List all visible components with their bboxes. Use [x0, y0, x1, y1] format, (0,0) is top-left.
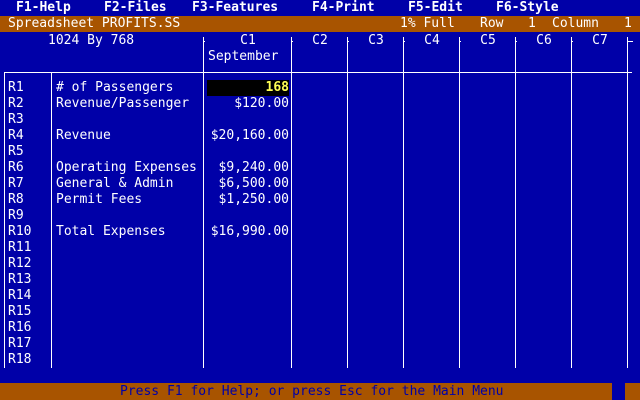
- row-header-r5[interactable]: R5: [8, 144, 24, 160]
- menu-features[interactable]: F3-Features: [192, 0, 278, 16]
- menu-edit[interactable]: F5-Edit: [408, 0, 463, 16]
- row-label-cell[interactable]: Permit Fees: [56, 192, 142, 208]
- column-header-c1[interactable]: C1: [205, 33, 291, 49]
- column-divider-c2: [291, 37, 292, 368]
- function-key-menu: F1-Help F2-Files F3-Features F4-Print F5…: [0, 0, 640, 16]
- file-name: Spreadsheet PROFITS.SS: [8, 16, 181, 31]
- column-header-c3[interactable]: C3: [349, 33, 403, 49]
- row-header-r6[interactable]: R6: [8, 160, 24, 176]
- column-divider-c4: [403, 37, 404, 368]
- help-bar-text: Press F1 for Help; or press Esc for the …: [120, 384, 504, 399]
- row-label-cell[interactable]: Total Expenses: [56, 224, 166, 240]
- column-subheader-c1: September: [208, 49, 279, 64]
- row-header-r2[interactable]: R2: [8, 96, 24, 112]
- row-label: Row: [480, 16, 504, 31]
- row-label-cell[interactable]: Operating Expenses: [56, 160, 197, 176]
- column-divider-c7: [571, 37, 572, 368]
- column-label: Column: [552, 16, 599, 31]
- row-header-r16[interactable]: R16: [8, 320, 31, 336]
- row-label-cell[interactable]: General & Admin: [56, 176, 173, 192]
- value-cell[interactable]: $20,160.00: [207, 128, 289, 144]
- row-header-r7[interactable]: R7: [8, 176, 24, 192]
- menu-print[interactable]: F4-Print: [312, 0, 375, 16]
- column-header-c4[interactable]: C4: [405, 33, 459, 49]
- column-divider-c1: [203, 37, 204, 368]
- row-label-divider: [51, 72, 52, 368]
- menu-style[interactable]: F6-Style: [496, 0, 559, 16]
- menu-files[interactable]: F2-Files: [104, 0, 167, 16]
- help-bar: Press F1 for Help; or press Esc for the …: [0, 383, 612, 400]
- row-label-cell[interactable]: Revenue: [56, 128, 111, 144]
- row-header-r18[interactable]: R18: [8, 352, 31, 368]
- row-header-r11[interactable]: R11: [8, 240, 31, 256]
- row-header-r10[interactable]: R10: [8, 224, 31, 240]
- row-header-r15[interactable]: R15: [8, 304, 31, 320]
- value-cell[interactable]: $16,990.00: [207, 224, 289, 240]
- column-header-c6[interactable]: C6: [517, 33, 571, 49]
- column-header-c2[interactable]: C2: [293, 33, 347, 49]
- grid-left-border: [4, 72, 5, 368]
- row-header-r13[interactable]: R13: [8, 272, 31, 288]
- active-cell[interactable]: 168: [207, 80, 289, 96]
- menu-help[interactable]: F1-Help: [16, 0, 71, 16]
- row-header-r9[interactable]: R9: [8, 208, 24, 224]
- row-header-r1[interactable]: R1: [8, 80, 24, 96]
- grid-top-rule: [4, 72, 632, 73]
- column-header-c5[interactable]: C5: [461, 33, 515, 49]
- column-divider-c3: [347, 37, 348, 368]
- row-header-r4[interactable]: R4: [8, 128, 24, 144]
- value-cell[interactable]: $9,240.00: [207, 160, 289, 176]
- row-label-cell[interactable]: # of Passengers: [56, 80, 173, 96]
- value-cell[interactable]: $6,500.00: [207, 176, 289, 192]
- row-header-r3[interactable]: R3: [8, 112, 24, 128]
- row-label-cell[interactable]: Revenue/Passenger: [56, 96, 189, 112]
- value-cell[interactable]: $120.00: [207, 96, 289, 112]
- row-header-r17[interactable]: R17: [8, 336, 31, 352]
- row-header-r14[interactable]: R14: [8, 288, 31, 304]
- status-bar: Spreadsheet PROFITS.SS 1% Full Row 1 Col…: [0, 16, 640, 32]
- row-indicator: 1: [528, 16, 536, 31]
- column-header-c7[interactable]: C7: [573, 33, 627, 49]
- column-divider-end: [627, 37, 628, 368]
- column-divider-c6: [515, 37, 516, 368]
- value-cell[interactable]: $1,250.00: [207, 192, 289, 208]
- row-header-r8[interactable]: R8: [8, 192, 24, 208]
- column-indicator: 1: [624, 16, 632, 31]
- row-header-r12[interactable]: R12: [8, 256, 31, 272]
- memory-usage: 1% Full: [400, 16, 455, 31]
- resolution-label: 1024 By 768: [48, 33, 135, 48]
- help-bar-corner: [625, 383, 640, 400]
- column-divider-c5: [459, 37, 460, 368]
